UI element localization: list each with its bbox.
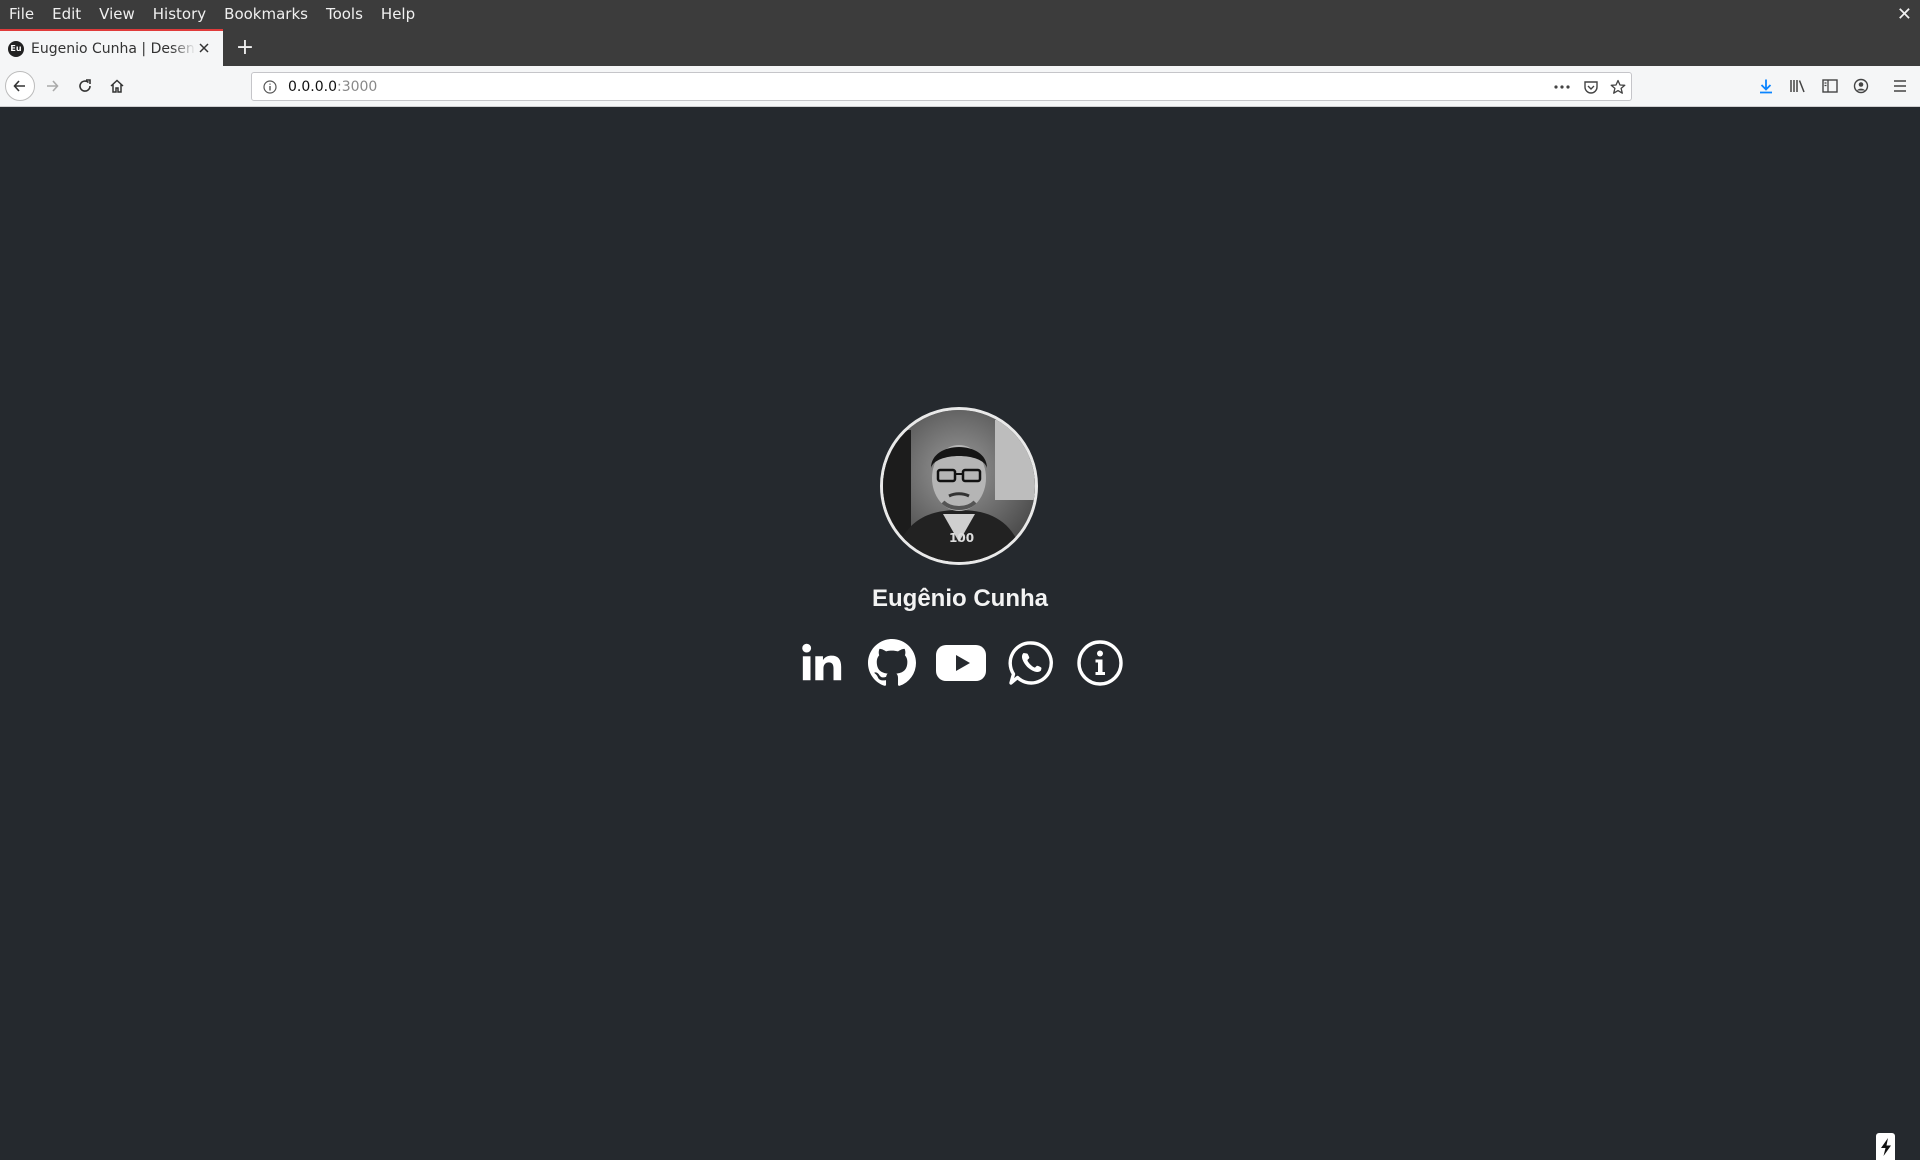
linkedin-link[interactable] — [796, 637, 848, 689]
back-arrow-icon — [13, 80, 25, 92]
menu-bookmarks[interactable]: Bookmarks — [215, 0, 317, 29]
whatsapp-icon — [1008, 641, 1053, 685]
window-close-button[interactable]: ✕ — [1897, 4, 1912, 25]
bookmark-star-icon[interactable] — [1609, 78, 1627, 96]
tab-favicon: Eu — [8, 40, 24, 57]
menu-edit[interactable]: Edit — [43, 0, 90, 29]
downloads-icon[interactable] — [1756, 76, 1776, 96]
address-bar[interactable]: 0.0.0.0:3000 — [251, 72, 1632, 101]
menu-help[interactable]: Help — [372, 0, 424, 29]
site-info-icon[interactable] — [262, 79, 278, 95]
pocket-icon[interactable] — [1582, 78, 1600, 96]
forward-arrow-icon — [47, 80, 59, 92]
linkedin-icon — [802, 643, 842, 681]
menu-tools[interactable]: Tools — [317, 0, 372, 29]
svg-text:100: 100 — [949, 531, 974, 545]
home-button[interactable] — [103, 72, 131, 100]
youtube-link[interactable] — [935, 637, 987, 689]
home-icon — [110, 79, 124, 93]
url-host: 0.0.0.0 — [288, 78, 337, 95]
menu-history[interactable]: History — [144, 0, 215, 29]
info-link[interactable] — [1074, 637, 1126, 689]
youtube-icon — [936, 645, 986, 681]
hamburger-menu-icon[interactable] — [1890, 76, 1910, 96]
menu-file[interactable]: File — [0, 0, 43, 29]
account-icon[interactable] — [1851, 76, 1871, 96]
url-text[interactable]: 0.0.0.0:3000 — [288, 79, 377, 95]
github-icon — [867, 639, 916, 686]
library-icon[interactable] — [1788, 76, 1808, 96]
forward-button[interactable] — [38, 72, 66, 100]
social-links — [796, 635, 1126, 691]
tab-title: Eugenio Cunha | Desenvolvedor — [31, 40, 196, 57]
lightning-bolt-icon[interactable] — [1876, 1133, 1895, 1160]
menu-view[interactable]: View — [90, 0, 144, 29]
github-link[interactable] — [866, 637, 918, 689]
tab-bar: Eu Eugenio Cunha | Desenvolvedor + — [0, 29, 1920, 66]
menu-bar: File Edit View History Bookmarks Tools H… — [0, 0, 1920, 29]
avatar-photo: 100 — [883, 410, 1035, 562]
url-port: :3000 — [336, 78, 378, 95]
avatar: 100 — [880, 407, 1038, 565]
info-icon — [1077, 640, 1123, 686]
tab-close-icon[interactable] — [198, 39, 210, 58]
page-content: 100 Eugênio Cunha — [0, 107, 1920, 1160]
reload-icon — [79, 79, 91, 92]
new-tab-button[interactable]: + — [231, 33, 259, 61]
reload-button[interactable] — [71, 72, 99, 100]
nav-toolbar: 0.0.0.0:3000 — [0, 66, 1920, 107]
sidebar-icon[interactable] — [1820, 76, 1840, 96]
tab-active[interactable]: Eu Eugenio Cunha | Desenvolvedor — [0, 29, 223, 66]
page-actions-icon[interactable] — [1553, 78, 1571, 96]
back-button[interactable] — [5, 71, 35, 101]
whatsapp-link[interactable] — [1005, 637, 1057, 689]
profile-name: Eugênio Cunha — [872, 585, 1048, 612]
